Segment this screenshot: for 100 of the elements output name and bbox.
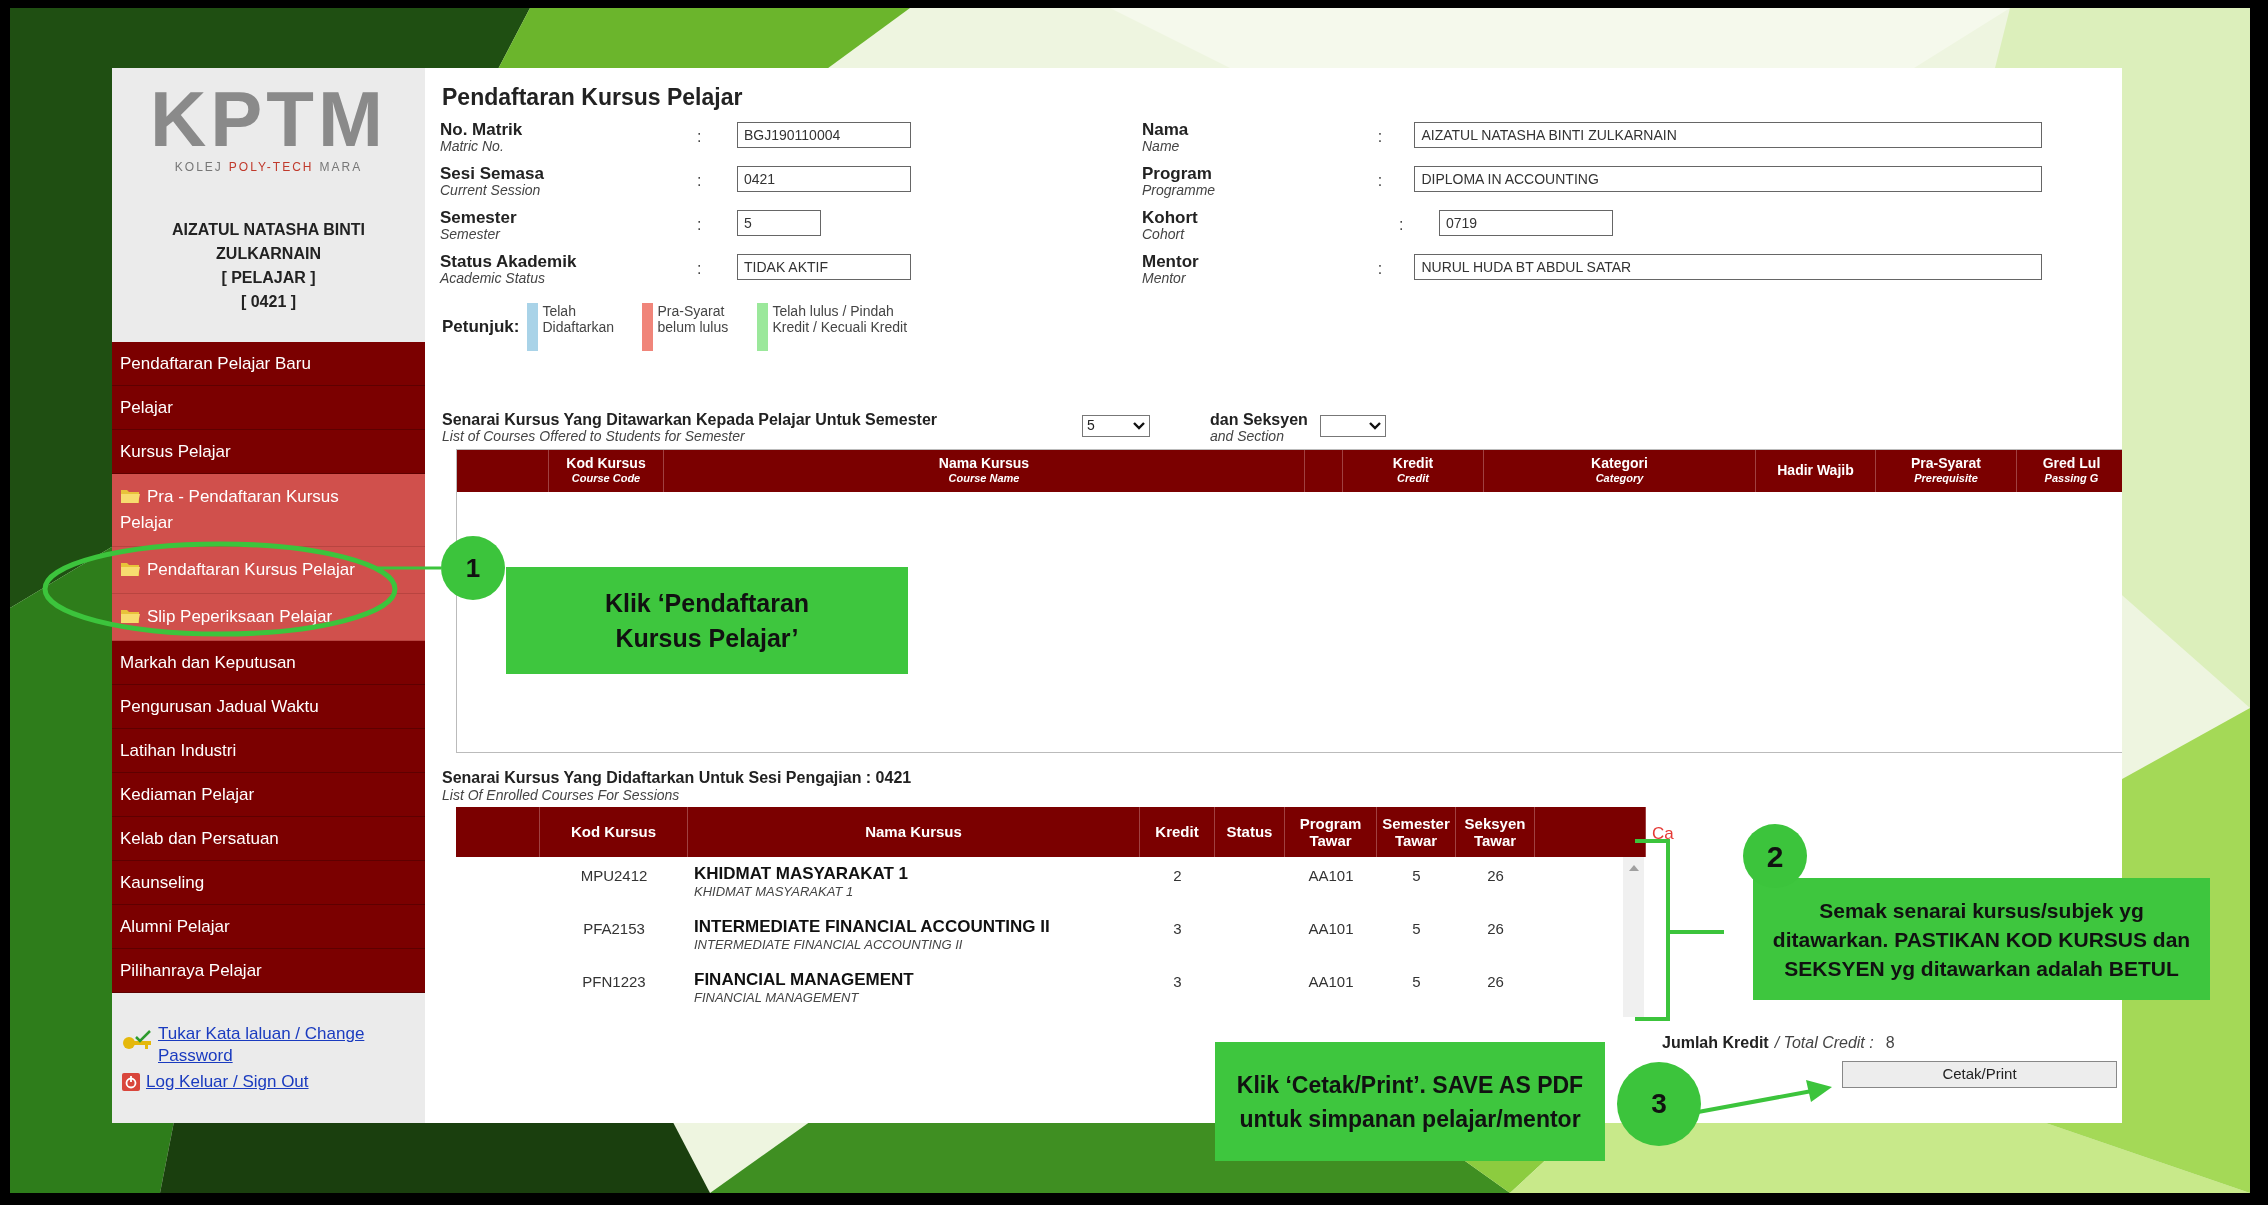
course-name-subtitle: INTERMEDIATE FINANCIAL ACCOUNTING II xyxy=(694,935,964,954)
chevron-down-icon xyxy=(1133,421,1145,430)
menu-item[interactable]: Kaunseling xyxy=(112,861,425,905)
semester-value: 5 xyxy=(1412,866,1421,884)
column-header: Nama Kursus xyxy=(865,823,962,840)
colon: : xyxy=(1377,258,1384,279)
text-field[interactable]: 5 xyxy=(737,209,821,236)
section-title: Senarai Kursus Yang Ditawarkan Kepada Pelajar Untuk Semester xyxy=(442,410,939,428)
course-name-subtitle: FINANCIAL MANAGEMENT xyxy=(694,988,860,1007)
page-title: Pendaftaran Kursus Pelajar xyxy=(442,83,744,112)
field-sublabel: Cohort xyxy=(1142,225,1186,243)
field-sublabel: Matric No. xyxy=(440,137,505,155)
total-credit-sublabel: / Total Credit : xyxy=(1774,1032,1874,1053)
column-subheader: Category xyxy=(1595,471,1644,486)
semester-value: 5 xyxy=(1412,972,1421,990)
field-sublabel: Programme xyxy=(1142,181,1217,199)
text-field[interactable]: 0421 xyxy=(737,165,911,192)
column-header: Kredit xyxy=(1392,455,1434,471)
colon: : xyxy=(1399,214,1405,235)
section-subtitle: List Of Enrolled Courses For Sessions xyxy=(442,786,681,803)
dropdown[interactable] xyxy=(1320,414,1386,437)
legend-label: Telah lulus / Pindah Kredit / Kecuali Kredit xyxy=(772,302,909,337)
print-button[interactable]: Cetak/Print xyxy=(1842,1060,2117,1088)
menu-item[interactable]: Slip Peperiksaan Pelajar xyxy=(112,594,425,641)
menu-item[interactable]: Pra - Pendaftaran Kursus Pelajar xyxy=(112,474,425,547)
legend-title: Petunjuk: xyxy=(442,315,520,338)
column-header: Kategori xyxy=(1591,455,1648,471)
menu-item[interactable]: Pendaftaran Kursus Pelajar xyxy=(112,547,425,594)
column-header: Pra-Syarat xyxy=(1910,455,1981,471)
folder-icon xyxy=(120,487,141,504)
menu-item[interactable]: Kelab dan Persatuan xyxy=(112,817,425,861)
program-code: AA101 xyxy=(1308,919,1354,937)
scrollbar[interactable] xyxy=(1623,856,1644,1017)
total-credit-label: Jumlah Kredit xyxy=(1662,1032,1769,1053)
column-header: Program Tawar xyxy=(1298,814,1363,849)
column-subheader: Course Name xyxy=(948,470,1020,486)
leader-line xyxy=(378,566,441,570)
legend-label: Telah Didaftarkan xyxy=(542,302,616,337)
colon: : xyxy=(1377,126,1384,147)
menu-item[interactable]: Pilihanraya Pelajar xyxy=(112,949,425,993)
column-header: Gred Lul xyxy=(2042,455,2101,471)
colon: : xyxy=(697,170,703,191)
column-header: Seksyen Tawar xyxy=(1463,814,1527,849)
logo-mark: KPTM xyxy=(150,84,387,154)
column-subheader: Credit xyxy=(1397,470,1429,486)
column-subheader: Prerequisite xyxy=(1914,471,1978,486)
menu-item[interactable]: Alumni Pelajar xyxy=(112,905,425,949)
menu-item[interactable]: Pengurusan Jadual Waktu xyxy=(112,685,425,729)
text-field[interactable]: TIDAK AKTIF xyxy=(737,253,911,280)
course-name-subtitle: KHIDMAT MASYARAKAT 1 xyxy=(694,882,855,901)
scroll-up-icon xyxy=(1628,864,1639,871)
text-field[interactable]: BGJ190110004 xyxy=(737,121,911,148)
credit-value: 2 xyxy=(1173,866,1182,884)
field-label: Status Akademik xyxy=(440,252,578,270)
column-header: Status xyxy=(1226,823,1273,840)
text-field[interactable]: NURUL HUDA BT ABDUL SATAR xyxy=(1414,253,2042,280)
menu-item[interactable]: Latihan Industri xyxy=(112,729,425,773)
column-header: Kredit xyxy=(1155,823,1199,840)
section-value: 26 xyxy=(1487,866,1504,884)
section-value: 26 xyxy=(1487,919,1504,937)
field-sublabel: Semester xyxy=(440,225,502,243)
link[interactable]: Log Keluar / Sign Out xyxy=(146,1071,396,1093)
text-field[interactable]: 0719 xyxy=(1439,209,1613,236)
menu-item[interactable]: Kediaman Pelajar xyxy=(112,773,425,817)
section-value: 26 xyxy=(1487,972,1504,990)
field-sublabel: Mentor xyxy=(1142,269,1187,287)
credit-value: 3 xyxy=(1173,919,1182,937)
total-credit-value: 8 xyxy=(1885,1032,1895,1053)
text-field[interactable]: DIPLOMA IN ACCOUNTING xyxy=(1414,165,2042,192)
folder-icon xyxy=(120,607,141,624)
course-name: INTERMEDIATE FINANCIAL ACCOUNTING II xyxy=(694,917,1051,936)
program-code: AA101 xyxy=(1308,866,1354,884)
menu-item[interactable]: Markah dan Keputusan xyxy=(112,641,425,685)
section-title: Senarai Kursus Yang Didaftarkan Untuk Sesi Pengajian : 0421 xyxy=(442,768,913,787)
chevron-down-icon xyxy=(1369,421,1381,430)
link[interactable]: Tukar Kata laluan / Change Password xyxy=(158,1023,408,1067)
section-subtitle: List of Courses Offered to Students for Semester xyxy=(442,427,745,445)
colon: : xyxy=(1377,170,1384,191)
column-header: Nama Kursus xyxy=(938,455,1030,471)
menu-item[interactable]: Pendaftaran Pelajar Baru xyxy=(112,342,425,386)
semester-value: 5 xyxy=(1412,919,1421,937)
user-name: AIZATUL NATASHA BINTI ZULKARNAIN xyxy=(171,220,366,264)
course-name: FINANCIAL MANAGEMENT xyxy=(694,970,915,989)
key-icon xyxy=(122,1029,152,1051)
column-subheader: Course Code xyxy=(571,470,641,486)
column-subheader: Passing G xyxy=(2044,470,2099,486)
user-role: [ PELAJAR ] xyxy=(221,268,316,288)
remarks-label: Ca xyxy=(1652,822,1675,841)
section-sublabel: and Section xyxy=(1210,427,1284,445)
column-header: Semester Tawar xyxy=(1381,814,1451,849)
logo-tagline: KOLEJ xyxy=(174,159,223,176)
text-field[interactable]: AIZATUL NATASHA BINTI ZULKARNAIN xyxy=(1414,121,2042,148)
field-label: Kohort xyxy=(1142,208,1199,226)
logo-tagline: POLY-TECH xyxy=(228,159,314,176)
menu-item[interactable]: Kursus Pelajar xyxy=(112,430,425,474)
menu-item[interactable]: Pelajar xyxy=(112,386,425,430)
callout-box: Klik ‘Pendaftaran Kursus Pelajar’ xyxy=(506,567,908,674)
program-code: AA101 xyxy=(1308,972,1354,990)
dropdown[interactable]: 5 xyxy=(1082,414,1150,437)
field-label: Sesi Semasa xyxy=(440,164,545,182)
